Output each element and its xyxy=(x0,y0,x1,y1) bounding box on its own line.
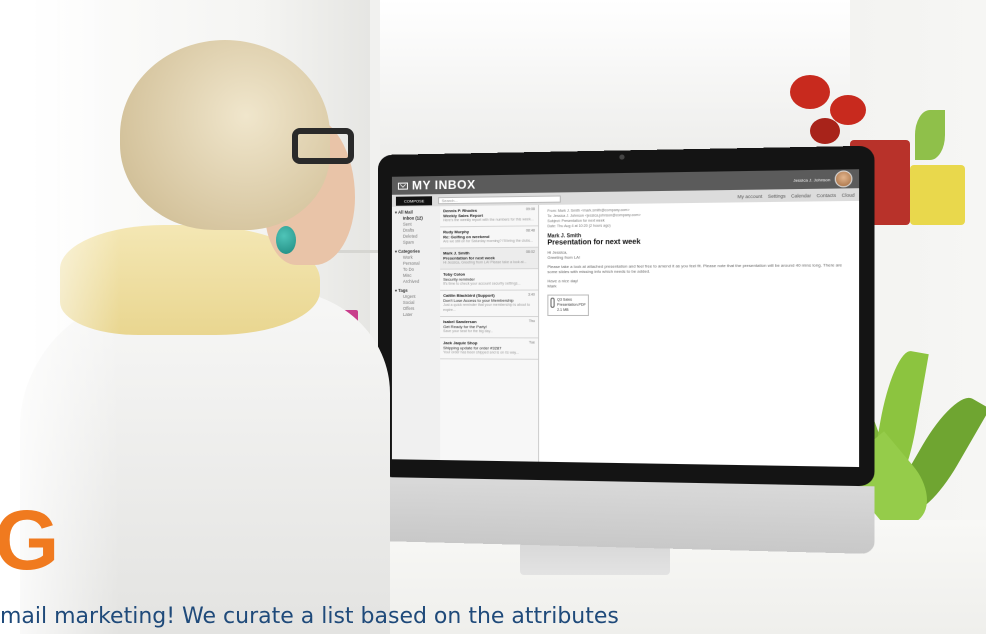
user-menu[interactable]: Jessica J. Johnson xyxy=(793,170,852,188)
paperclip-icon xyxy=(550,298,555,308)
avatar[interactable] xyxy=(835,170,853,187)
email-app-screen: MY INBOX Jessica J. Johnson COMPOSE Sear… xyxy=(392,169,859,467)
search-input[interactable]: Search... xyxy=(439,195,562,204)
brand-logo-letter: G xyxy=(0,498,59,582)
red-flower xyxy=(810,118,840,144)
nav-my-account[interactable]: My account xyxy=(738,193,763,199)
top-nav: My account Settings Calendar Contacts Cl… xyxy=(738,192,855,199)
user-name: Jessica J. Johnson xyxy=(793,177,830,183)
body-line: Greeting from LA! xyxy=(547,253,850,260)
list-item[interactable]: Dennis P. Rhodes 09:08 Weekly Sales Repor… xyxy=(440,205,538,227)
list-item[interactable]: Isabel Sanderson Thu Get Ready for the Pa… xyxy=(440,317,538,338)
red-flower xyxy=(790,75,830,109)
red-flower xyxy=(830,95,866,125)
glasses xyxy=(292,128,354,164)
mail-body: ▾ All Mail Inbox (12) Sent Drafts Delete… xyxy=(392,201,859,467)
list-item[interactable]: Caitlin Blackbird (Support) 3:40 Don't Lo… xyxy=(440,291,538,317)
woman-at-computer xyxy=(0,0,400,634)
window-light xyxy=(380,0,850,150)
nav-cloud[interactable]: Cloud xyxy=(842,192,855,197)
message-list: Dennis P. Rhodes 09:08 Weekly Sales Repor… xyxy=(440,205,539,462)
app-title: MY INBOX xyxy=(412,177,476,192)
body-paragraph: Please take a look at attached presentat… xyxy=(547,262,850,274)
message-reader: From: Mark J. Smith <mark.smith@company.… xyxy=(539,201,859,467)
yellow-pot xyxy=(910,165,965,225)
earring xyxy=(276,226,296,254)
list-item-selected[interactable]: Mark J. Smith 08:02 Presentation for next… xyxy=(440,248,538,270)
sidebar-item-spam[interactable]: Spam xyxy=(395,239,437,245)
leaf xyxy=(915,110,945,160)
monitor-chin xyxy=(378,477,875,554)
reader-subject: Presentation for next week xyxy=(547,238,850,246)
attachment-size: 2.1 MB xyxy=(557,308,569,312)
nav-calendar[interactable]: Calendar xyxy=(791,193,811,199)
sidebar-item-later[interactable]: Later xyxy=(395,312,437,318)
list-item[interactable]: Rudy Murphy 08:48 Re: Golfing on weekend … xyxy=(440,226,538,248)
attachment-name: Q3 Sales Presentation.PDF xyxy=(557,298,586,307)
list-item[interactable]: Jack Jaquie Shop Tue Shipping update for … xyxy=(440,338,538,360)
monitor: MY INBOX Jessica J. Johnson COMPOSE Sear… xyxy=(378,146,875,487)
compose-button[interactable]: COMPOSE xyxy=(396,196,433,206)
sidebar-item-archived[interactable]: Archived xyxy=(395,279,437,285)
marketing-caption: mail marketing! We curate a list based o… xyxy=(0,604,619,629)
list-item[interactable]: Toby Colon Security reminder It's time t… xyxy=(440,269,538,291)
nav-settings[interactable]: Settings xyxy=(768,193,786,198)
attachment[interactable]: Q3 Sales Presentation.PDF 2.1 MB xyxy=(547,294,589,316)
nav-contacts[interactable]: Contacts xyxy=(817,192,837,198)
webcam xyxy=(619,154,624,159)
body-signature: Mark xyxy=(547,282,850,288)
